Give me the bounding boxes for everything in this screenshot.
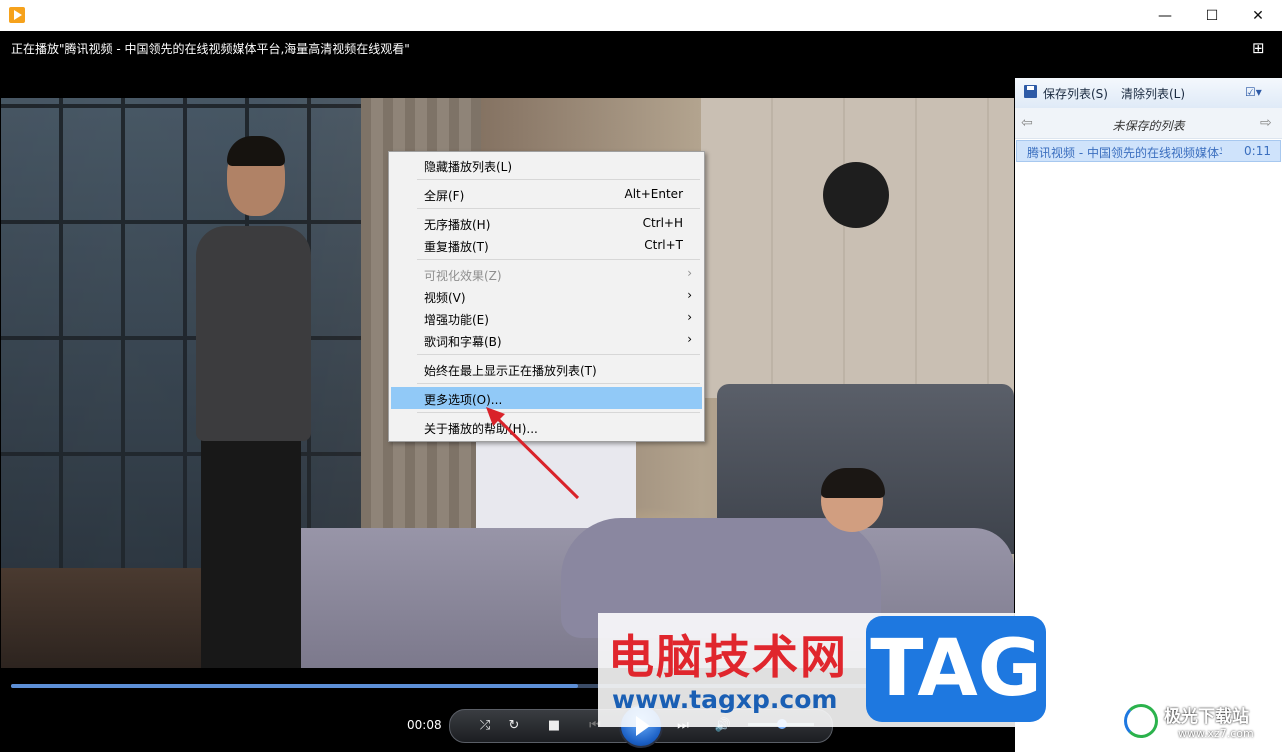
menu-item-shortcut: Alt+Enter	[624, 187, 683, 201]
menu-item-label: 隐藏播放列表(L)	[424, 160, 513, 174]
menu-item-label: 增强功能(E)	[424, 313, 489, 327]
maximize-button[interactable]: ☐	[1189, 0, 1235, 31]
current-time: 00:08	[407, 718, 442, 732]
playlist-item-duration: 0:11	[1244, 144, 1271, 158]
menu-item-shortcut: Ctrl+H	[642, 216, 683, 230]
stop-icon[interactable]: ■	[543, 716, 565, 736]
title-bar: — ☐ ✕	[0, 0, 1282, 31]
scene-lamp	[823, 162, 889, 228]
shuffle-icon[interactable]: ⤮	[474, 716, 496, 736]
download-site-url: www.xz7.com	[1178, 727, 1254, 740]
list-options-icon[interactable]: ☑▾	[1245, 85, 1262, 99]
playlist-panel-header: ⊞	[1015, 31, 1282, 78]
menu-item-label: 歌词和字幕(B)	[424, 335, 502, 349]
menu-separator	[417, 208, 700, 209]
playlist-toolbar: 保存列表(S) 清除列表(L) ☑▾	[1015, 78, 1282, 109]
menu-separator	[417, 383, 700, 384]
menu-item-more-options[interactable]: 更多选项(O)...	[391, 387, 702, 409]
download-site-logo-icon	[1124, 704, 1158, 738]
menu-item-enhancements[interactable]: 增强功能(E) ›	[391, 307, 702, 329]
now-playing-title: 正在播放"腾讯视频 - 中国领先的在线视频媒体平台,海量高清视频在线观看"	[11, 42, 410, 56]
menu-item-label: 重复播放(T)	[424, 240, 489, 254]
switch-to-library-icon[interactable]: ⊞	[1252, 39, 1265, 57]
submenu-chevron-icon: ›	[687, 310, 692, 324]
menu-item-shortcut: Ctrl+T	[644, 238, 683, 252]
menu-item-label: 全屏(F)	[424, 189, 465, 203]
scene-man-legs	[201, 436, 301, 668]
seek-bar-progress	[11, 684, 578, 688]
menu-separator	[417, 179, 700, 180]
playlist-item-title: 腾讯视频 - 中国领先的在线视频媒体平台,海量高清视频在线观看	[1027, 146, 1222, 160]
menu-item-lyrics-subtitles[interactable]: 歌词和字幕(B) ›	[391, 329, 702, 351]
site-watermark: 电脑技术网 www.tagxp.com	[598, 613, 858, 727]
playlist-nav: ⇦ 未保存的列表 ⇨	[1015, 108, 1282, 139]
menu-item-hide-playlist[interactable]: 隐藏播放列表(L)	[391, 154, 702, 176]
forward-arrow-icon[interactable]: ⇨	[1260, 115, 1272, 131]
submenu-chevron-icon: ›	[687, 288, 692, 302]
save-list-button[interactable]: 保存列表(S)	[1043, 85, 1108, 102]
submenu-chevron-icon: ›	[687, 266, 692, 280]
download-site-logo: 极光下载站 www.xz7.com	[1118, 700, 1278, 745]
watermark-site-url: www.tagxp.com	[612, 685, 838, 714]
context-menu: 隐藏播放列表(L) 全屏(F) Alt+Enter 无序播放(H) Ctrl+H…	[388, 151, 705, 442]
menu-item-always-on-top[interactable]: 始终在最上显示正在播放列表(T)	[391, 358, 702, 380]
repeat-icon[interactable]: ↻	[503, 716, 525, 736]
minimize-button[interactable]: —	[1142, 0, 1188, 31]
scene-wall	[701, 98, 1014, 398]
watermark-tag-text: TAG	[866, 616, 1046, 722]
menu-item-repeat[interactable]: 重复播放(T) Ctrl+T	[391, 234, 702, 256]
menu-item-label: 关于播放的帮助(H)...	[424, 422, 538, 436]
menu-separator	[417, 412, 700, 413]
menu-item-label: 更多选项(O)...	[424, 393, 503, 407]
menu-item-help[interactable]: 关于播放的帮助(H)...	[391, 416, 702, 438]
menu-item-video[interactable]: 视频(V) ›	[391, 285, 702, 307]
playlist-item[interactable]: 腾讯视频 - 中国领先的在线视频媒体平台,海量高清视频在线观看 0:11	[1016, 140, 1281, 162]
playlist-title: 未保存的列表	[1112, 119, 1185, 133]
menu-item-label: 可视化效果(Z)	[424, 269, 502, 283]
menu-item-label: 视频(V)	[424, 291, 466, 305]
menu-item-shuffle[interactable]: 无序播放(H) Ctrl+H	[391, 212, 702, 234]
tag-logo-watermark: TAG	[858, 613, 1053, 727]
clear-list-button[interactable]: 清除列表(L)	[1121, 85, 1185, 102]
playlist-panel: ⊞ 保存列表(S) 清除列表(L) ☑▾ ⇦ 未保存的列表 ⇨ 腾讯视频 - 中…	[1015, 31, 1282, 752]
menu-item-fullscreen[interactable]: 全屏(F) Alt+Enter	[391, 183, 702, 205]
menu-item-label: 无序播放(H)	[424, 218, 491, 232]
menu-separator	[417, 259, 700, 260]
media-player-app-icon	[9, 7, 25, 23]
watermark-site-name: 电脑技术网	[608, 630, 848, 684]
save-list-icon	[1024, 85, 1037, 98]
menu-item-label: 始终在最上显示正在播放列表(T)	[424, 364, 597, 378]
close-button[interactable]: ✕	[1235, 0, 1281, 31]
menu-separator	[417, 354, 700, 355]
download-site-name: 极光下载站	[1164, 707, 1249, 727]
menu-item-visualizations: 可视化效果(Z) ›	[391, 263, 702, 285]
scene-boy-hair	[821, 468, 885, 498]
scene-man-body	[196, 226, 311, 441]
submenu-chevron-icon: ›	[687, 332, 692, 346]
